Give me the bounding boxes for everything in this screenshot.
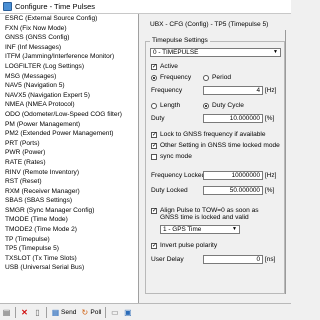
active-checkbox[interactable] [151,63,157,70]
list-item[interactable]: INF (Inf Messages) [0,43,138,53]
list-item[interactable]: RATE (Rates) [0,158,138,168]
collapse-button[interactable]: ▤ [0,306,13,319]
frequency-input[interactable]: 4 [203,86,263,95]
message-list[interactable]: ESRC (External Source Config) FXN (Fix No… [0,14,139,303]
user-delay-unit: [ns] [265,256,276,263]
list-item[interactable]: GNSS (GNSS Config) [0,33,138,43]
duty-unit: [%] [265,115,275,122]
group-title: Timepulse Settings [150,37,210,44]
poll-button[interactable]: ↻ Poll [78,306,103,319]
disk-icon: ▣ [124,307,132,317]
list-item[interactable]: RST (Reset) [0,177,138,187]
document-icon: ▯ [35,307,40,317]
timepulse-select-value: 0 - TIMEPULSE [153,49,199,56]
list-item[interactable]: PM (Power Management) [0,120,138,130]
align-tow-label-line2: GNSS time is locked and valid [160,214,249,221]
window-title: Configure - Time Pulses [15,2,96,11]
clipboard-button[interactable]: ▭ [108,306,121,319]
sync-mode-checkbox[interactable] [151,154,157,160]
time-source-select-value: 1 - GPS Time [163,226,202,233]
list-item[interactable]: MSG (Messages) [0,72,138,82]
poll-label: Poll [90,308,102,316]
period-radio-label: Period [212,74,232,81]
chevron-down-icon[interactable]: ▼ [231,226,238,233]
align-tow-checkbox[interactable] [151,207,157,214]
load-button[interactable]: ▯ [31,306,44,319]
frequency-label: Frequency [151,87,183,94]
config-panel: UBX - CFG (Config) - TP5 (Timepulse 5) T… [139,14,291,303]
length-radio-label: Length [160,102,181,109]
duty-locked-unit: [%] [265,187,275,194]
list-item[interactable]: ITFM (Jamming/Interference Monitor) [0,52,138,62]
other-setting-label: Other Setting in GNSS time locked mode [160,142,280,149]
close-icon: ✕ [21,307,28,317]
timepulse-settings-group: Timepulse Settings 0 - TIMEPULSE ▼ Activ… [145,37,285,294]
list-item[interactable]: LOGFILTER (Log Settings) [0,62,138,72]
list-item[interactable]: NAV5 (Navigation 5) [0,81,138,91]
frequency-radio[interactable] [151,75,157,81]
sync-mode-label: sync mode [160,153,192,160]
list-item[interactable]: PRT (Ports) [0,139,138,149]
collapse-panel-icon: ▤ [2,307,11,317]
frequency-radio-label: Frequency [160,74,192,81]
list-item[interactable]: PM2 (Extended Power Management) [0,129,138,139]
invert-polarity-checkbox[interactable] [151,242,157,249]
list-item[interactable]: SBAS (SBAS Settings) [0,196,138,206]
lock-gnss-label: Lock to GNSS frequency if available [160,131,266,138]
list-item[interactable]: NAVX5 (Navigation Expert 5) [0,91,138,101]
list-item[interactable]: PWR (Power) [0,148,138,158]
toolbar-separator [15,306,16,318]
list-item[interactable]: NMEA (NMEA Protocol) [0,100,138,110]
user-delay-label: User Delay [151,256,184,263]
list-item[interactable]: TP (Timepulse) [0,235,138,245]
toolbar-separator [105,306,107,318]
panel-header: UBX - CFG (Config) - TP5 (Timepulse 5) [150,21,269,28]
duty-input[interactable]: 10.000000 [203,114,263,123]
toolbar-separator [46,306,47,318]
title-bar: Configure - Time Pulses [0,0,291,14]
lock-gnss-checkbox[interactable] [151,131,157,138]
disk-button[interactable]: ▣ [121,306,134,319]
clipboard-icon: ▭ [111,307,119,317]
list-item[interactable]: FXN (Fix Now Mode) [0,24,138,34]
list-item[interactable]: SMGR (Sync Manager Config) [0,206,138,216]
list-item[interactable]: ODO (Odometer/Low-Speed COG filter) [0,110,138,120]
duty-cycle-radio-label: Duty Cycle [212,102,244,109]
duty-cycle-radio[interactable] [203,103,209,109]
list-item[interactable]: RINV (Remote Inventory) [0,168,138,178]
list-item[interactable]: TP5 (Timepulse 5) [0,244,138,254]
user-delay-input[interactable]: 0 [203,255,263,264]
length-radio[interactable] [151,103,157,109]
list-item[interactable]: TMODE (Time Mode) [0,215,138,225]
list-item[interactable]: RXM (Receiver Manager) [0,187,138,197]
invert-polarity-label: Invert pulse polarity [160,242,218,249]
freq-locked-unit: [Hz] [265,172,277,179]
list-item[interactable]: USB (Universal Serial Bus) [0,263,138,273]
chevron-down-icon[interactable]: ▼ [272,49,279,56]
active-label: Active [160,63,178,70]
poll-icon: ↻ [81,307,89,317]
send-label: Send [61,308,77,316]
bottom-toolbar: ▤ ✕ ▯ ▦ Send ↻ Poll ▭ ▣ [0,303,291,320]
duty-label: Duty [151,115,165,122]
list-item[interactable]: TMODE2 (Time Mode 2) [0,225,138,235]
duty-locked-input[interactable]: 50.000000 [203,186,263,195]
send-button[interactable]: ▦ Send [49,306,78,319]
panel-divider [285,30,286,294]
duty-locked-label: Duty Locked [151,187,188,194]
align-tow-label-line1: Align Pulse to TOW=0 as soon as [160,207,259,214]
send-icon: ▦ [51,307,60,317]
app-icon [3,2,12,11]
list-item[interactable]: ESRC (External Source Config) [0,14,138,24]
frequency-unit: [Hz] [265,87,277,94]
list-item[interactable]: TXSLOT (Tx Time Slots) [0,254,138,264]
period-radio[interactable] [203,75,209,81]
other-setting-checkbox[interactable] [151,142,157,149]
freq-locked-label: Frequency Locked [151,172,206,179]
time-source-select[interactable]: 1 - GPS Time ▼ [160,225,240,234]
timepulse-select[interactable]: 0 - TIMEPULSE ▼ [150,48,281,57]
revert-button[interactable]: ✕ [18,306,31,319]
freq-locked-input[interactable]: 10000000 [203,171,263,180]
